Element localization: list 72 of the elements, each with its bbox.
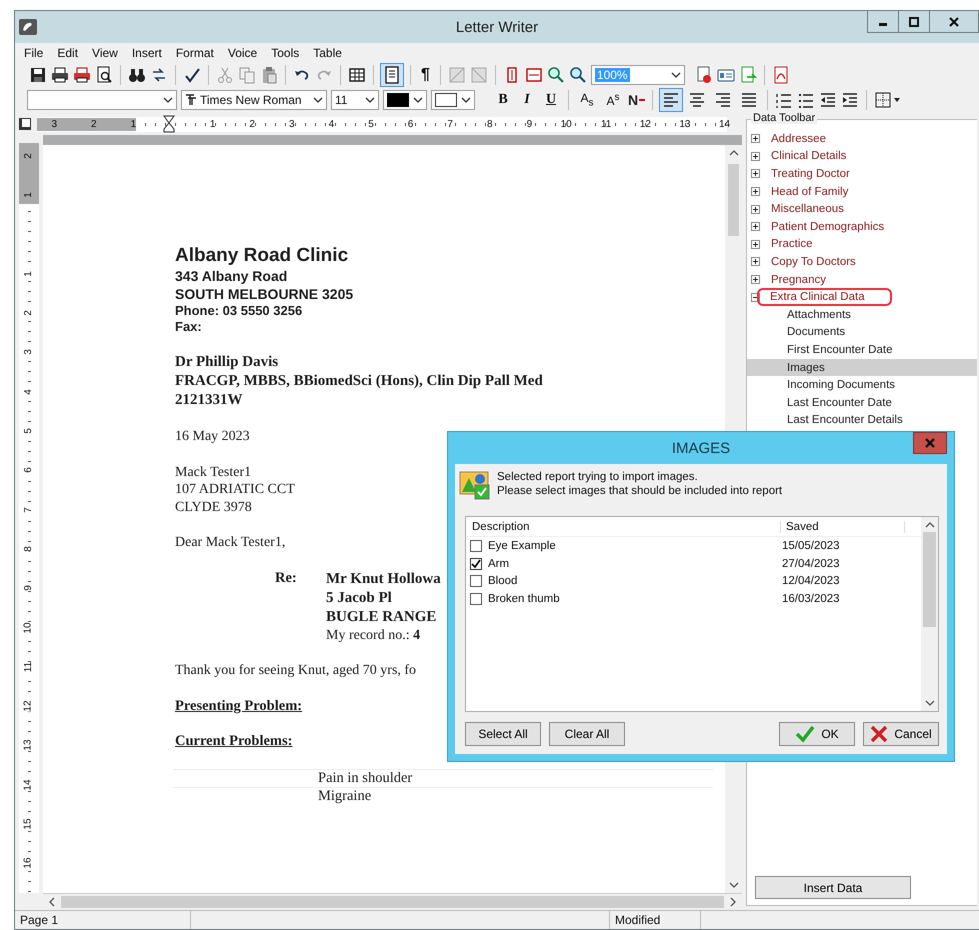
image-description: Eye Example — [488, 540, 557, 552]
table-cell: Pain in shoulder — [318, 770, 412, 786]
ruler-number: 11 — [600, 118, 612, 130]
ruler-number: 9 — [24, 585, 34, 592]
dialog-message: Selected report trying to import images. — [497, 470, 699, 484]
window-title: Letter Writer — [456, 18, 538, 36]
letter-text: Dr Phillip Davis — [175, 353, 278, 372]
letter-text: CLYDE 3978 — [175, 498, 252, 516]
ruler-number: 1 — [24, 192, 34, 198]
letter-text: Presenting Problem: — [175, 698, 302, 715]
ruler-number: 15 — [24, 818, 34, 830]
ruler-number: 2 — [24, 153, 34, 159]
ruler-number: 6 — [24, 468, 34, 474]
letter-text: Phone: 03 5550 3256 — [175, 303, 302, 319]
letter-text: Fax: — [175, 319, 202, 335]
letter-text: SOUTH MELBOURNE 3205 — [175, 285, 354, 303]
ruler-number: 3 — [288, 118, 295, 130]
ruler-number: 13 — [678, 118, 690, 130]
ruler-number: 4 — [328, 118, 334, 130]
ruler-number: 6 — [406, 118, 414, 130]
ruler-number: 16 — [24, 858, 34, 869]
letter-text: 107 ADRIATIC CCT — [175, 481, 295, 498]
ruler-number: 2 — [24, 310, 34, 316]
ruler-number: 13 — [24, 740, 34, 752]
letter-text: BUGLE RANGE — [326, 608, 436, 626]
saved-date: 12/04/2023 — [782, 575, 840, 588]
ruler-number: 5 — [24, 428, 34, 434]
ruler-number: 5 — [367, 118, 374, 130]
ruler-number: 8 — [24, 546, 34, 552]
saved-date: 16/03/2023 — [782, 593, 840, 606]
ruler-number: 7 — [446, 118, 453, 130]
ruler-number: 10 — [560, 118, 572, 130]
letter-text: My record no.: 4 — [326, 626, 420, 644]
re-label: Re: — [275, 570, 298, 588]
image-description: Blood — [488, 575, 518, 588]
ruler-number: 1 — [208, 118, 216, 130]
table-cell: Migraine — [318, 788, 372, 804]
dialog-message: Please select images that should be included into report — [497, 484, 782, 498]
saved-date: 27/04/2023 — [782, 558, 840, 570]
ruler-number: 3 — [24, 350, 34, 356]
letter-text: 5 Jacob Pl — [326, 588, 392, 608]
ruler-number: 10 — [24, 622, 34, 634]
letter-text: FRACGP, MBBS, BBiomedSci (Hons), Clin Dip Pall Med — [175, 372, 543, 391]
ruler-number: 1 — [96, 118, 136, 130]
ruler-number: 2 — [57, 118, 97, 130]
dialog-title: IMAGES — [672, 440, 730, 456]
ruler-number: 11 — [24, 662, 34, 672]
ruler-number: 7 — [24, 506, 34, 512]
letter-text: Mr Knut Hollowa — [326, 570, 441, 588]
letter-text: Mack Tester1 — [175, 464, 252, 481]
letter-text: Thank you for seeing Knut, aged 70 yrs, fo — [175, 662, 416, 680]
status-page: Page 1 — [15, 911, 191, 929]
ruler-number: 8 — [486, 118, 493, 130]
ruler-number: 12 — [638, 118, 651, 130]
letter-text: Dear Mack Tester1, — [175, 534, 286, 552]
ruler-number: 14 — [24, 779, 34, 790]
letter-text: 16 May 2023 — [175, 428, 250, 446]
ruler-number: 12 — [24, 700, 34, 712]
status-modified: Modified — [610, 911, 701, 929]
letter-text: Current Problems: — [175, 733, 292, 750]
letter-text: 343 Albany Road — [175, 267, 288, 285]
letter-text: 2121331W — [175, 391, 242, 410]
ruler-number: 3 — [37, 118, 57, 130]
ruler-number: 9 — [526, 118, 532, 130]
group-title: Data Toolbar — [751, 112, 818, 124]
ruler-number: 1 — [24, 271, 34, 277]
ruler-number: 2 — [248, 118, 255, 130]
image-description: Arm — [488, 558, 510, 570]
ruler-number: 4 — [24, 389, 34, 395]
letter-text: Albany Road Clinic — [175, 245, 348, 267]
image-description: Broken thumb — [488, 593, 561, 606]
saved-date: 15/05/2023 — [782, 540, 840, 552]
